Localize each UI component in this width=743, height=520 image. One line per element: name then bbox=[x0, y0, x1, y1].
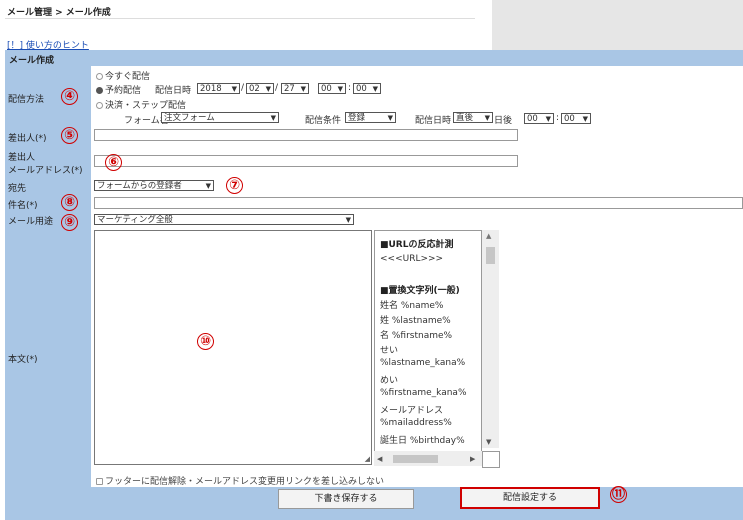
horizontal-scroll-thumb[interactable] bbox=[393, 455, 438, 463]
date-separator-1: / bbox=[241, 83, 245, 93]
chevron-down-icon: ▼ bbox=[387, 114, 393, 122]
option-deliver-now[interactable]: 今すぐ配信 bbox=[96, 69, 150, 82]
subject-input[interactable] bbox=[94, 197, 743, 209]
breadcrumb: メール管理 > メール作成 bbox=[7, 8, 111, 18]
section-title: メール作成 bbox=[9, 56, 55, 66]
radio-now-icon[interactable] bbox=[96, 73, 103, 80]
label-mail-use: メール用途 bbox=[8, 217, 54, 227]
callout-5: ⑤ bbox=[61, 127, 78, 144]
list-item: せい bbox=[380, 346, 399, 356]
chevron-down-icon: ▼ bbox=[265, 85, 271, 93]
radio-step-icon[interactable] bbox=[96, 102, 103, 109]
chevron-down-icon: ▼ bbox=[582, 115, 588, 123]
scroll-corner bbox=[482, 451, 500, 468]
condition-select[interactable]: 登録 ▼ bbox=[345, 112, 396, 123]
month-select[interactable]: 02 ▼ bbox=[246, 83, 274, 94]
scroll-up-icon[interactable]: ▲ bbox=[486, 232, 491, 240]
list-item: 姓名 %name% bbox=[380, 301, 444, 311]
callout-7: ⑦ bbox=[226, 177, 243, 194]
condition-label: 配信条件 bbox=[305, 116, 342, 126]
year-select[interactable]: 2018 ▼ bbox=[197, 83, 240, 94]
list-item: <<<URL>>> bbox=[380, 254, 444, 264]
list-item: %lastname_kana% bbox=[380, 358, 466, 368]
scroll-left-icon[interactable]: ◀ bbox=[377, 455, 382, 463]
footer-link-option[interactable]: フッターに配信解除・メールアドレス変更用リンクを差し込みしない bbox=[96, 474, 384, 487]
substitution-list[interactable]: ■URLの反応計測 <<<URL>>> ■置換文字列(一般) 姓名 %name%… bbox=[374, 230, 482, 464]
date-separator-2: / bbox=[275, 83, 279, 93]
list-item: メールアドレス bbox=[380, 406, 444, 416]
callout-9: ⑨ bbox=[61, 214, 78, 231]
callout-8: ⑧ bbox=[61, 194, 78, 211]
option-step-delivery[interactable]: 決済・ステップ配信 bbox=[96, 98, 186, 111]
scroll-down-icon[interactable]: ▼ bbox=[486, 438, 491, 446]
mail-use-select[interactable]: マーケティング全般 ▼ bbox=[94, 214, 354, 225]
chevron-down-icon: ▼ bbox=[372, 85, 378, 93]
days-after-label: 日後 bbox=[494, 116, 513, 126]
step-minute-select[interactable]: 00 ▼ bbox=[561, 113, 591, 124]
chevron-down-icon: ▼ bbox=[545, 115, 551, 123]
right-gray-panel bbox=[492, 0, 743, 50]
chevron-down-icon: ▼ bbox=[205, 182, 211, 190]
list-item: ■置換文字列(一般) bbox=[380, 286, 460, 296]
label-delivery-method: 配信方法 bbox=[8, 95, 45, 105]
body-textarea[interactable]: ◢ bbox=[94, 230, 372, 465]
sender-email-input[interactable] bbox=[94, 155, 518, 167]
callout-11: ⑪ bbox=[610, 486, 627, 503]
chevron-down-icon: ▼ bbox=[484, 114, 490, 122]
list-item: めい bbox=[380, 376, 399, 386]
save-draft-button[interactable]: 下書き保存する bbox=[278, 489, 414, 509]
label-subject: 件名(*) bbox=[8, 201, 38, 211]
breadcrumb-divider bbox=[5, 18, 475, 19]
chevron-down-icon: ▼ bbox=[337, 85, 343, 93]
delivery-settings-button[interactable]: 配信設定する bbox=[460, 487, 600, 509]
scheduled-datetime-label: 配信日時 bbox=[155, 86, 192, 96]
callout-10: ⑩ bbox=[197, 333, 214, 350]
form-name-select[interactable]: 注文フォーム ▼ bbox=[161, 112, 279, 123]
chevron-down-icon: ▼ bbox=[270, 114, 276, 122]
list-item: 誕生日 %birthday% bbox=[380, 436, 465, 446]
resize-handle-icon[interactable]: ◢ bbox=[365, 455, 370, 463]
minute-select[interactable]: 00 ▼ bbox=[353, 83, 381, 94]
label-sender-email-1: 差出人 bbox=[8, 153, 36, 163]
list-item: ■URLの反応計測 bbox=[380, 240, 454, 250]
list-item: %mailaddress% bbox=[380, 418, 452, 428]
chevron-down-icon: ▼ bbox=[300, 85, 306, 93]
callout-4: ④ bbox=[61, 88, 78, 105]
hour-select[interactable]: 00 ▼ bbox=[318, 83, 346, 94]
radio-scheduled-icon[interactable] bbox=[96, 87, 103, 94]
callout-6: ⑥ bbox=[105, 154, 122, 171]
label-body: 本文(*) bbox=[8, 355, 38, 365]
scroll-right-icon[interactable]: ▶ bbox=[470, 455, 475, 463]
step-timing-select[interactable]: 直後 ▼ bbox=[453, 112, 493, 123]
step-time-separator: : bbox=[556, 113, 560, 123]
step-datetime-label: 配信日時 bbox=[415, 116, 452, 126]
sender-input[interactable] bbox=[94, 129, 518, 141]
checkbox-icon[interactable] bbox=[96, 478, 103, 485]
vertical-scroll-thumb[interactable] bbox=[486, 247, 495, 264]
time-separator: : bbox=[348, 83, 352, 93]
option-scheduled[interactable]: 予約配信 bbox=[96, 83, 141, 96]
list-item: 姓 %lastname% bbox=[380, 316, 451, 326]
list-item: %firstname_kana% bbox=[380, 388, 467, 398]
label-sender-email-2: メールアドレス(*) bbox=[8, 166, 83, 176]
label-recipient: 宛先 bbox=[8, 184, 27, 194]
label-sender: 差出人(*) bbox=[8, 134, 47, 144]
step-hour-select[interactable]: 00 ▼ bbox=[524, 113, 554, 124]
list-item: 名 %firstname% bbox=[380, 331, 453, 341]
recipient-select[interactable]: フォームからの登録者 ▼ bbox=[94, 180, 214, 191]
chevron-down-icon: ▼ bbox=[231, 85, 237, 93]
chevron-down-icon: ▼ bbox=[345, 216, 351, 224]
day-select[interactable]: 27 ▼ bbox=[281, 83, 309, 94]
